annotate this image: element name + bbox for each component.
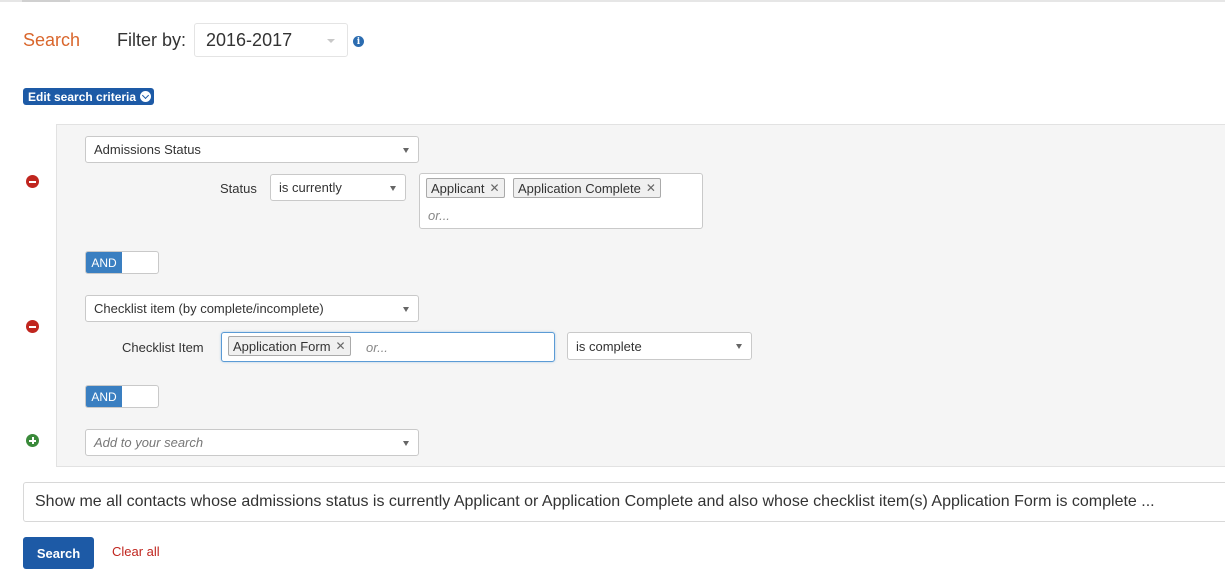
chevron-down-icon [403,148,409,153]
and-toggle[interactable]: AND [85,385,159,408]
search-header: Search Filter by: 2016-2017 i [23,22,365,58]
status-tag: Application Complete ✕ [513,178,661,198]
page-title: Search [23,29,81,50]
remove-criterion-icon[interactable] [26,320,39,333]
and-toggle[interactable]: AND [85,251,159,274]
chevron-down-icon [403,307,409,312]
chevron-down-icon [736,344,742,349]
edit-search-criteria-button[interactable]: Edit search criteria [23,88,155,105]
criterion-field-value: Checklist item (by complete/incomplete) [94,301,324,316]
add-to-search-placeholder: Add to your search [94,435,204,450]
or-placeholder: or... [428,208,450,223]
or-placeholder: or... [366,340,388,355]
add-criterion-icon[interactable] [26,434,39,447]
completion-condition-value: is complete [576,338,642,354]
chevron-down-circle-icon [140,91,152,102]
clear-all-link[interactable]: Clear all [112,544,160,559]
remove-tag-icon[interactable]: ✕ [489,181,499,195]
criterion-field-select[interactable]: Admissions Status [85,136,419,163]
and-toggle-label: AND [86,386,122,407]
chevron-down-icon [390,186,396,191]
top-divider [0,0,1225,2]
completion-condition-select[interactable]: is complete [567,332,752,360]
search-button[interactable]: Search [23,537,94,569]
status-operator-select[interactable]: is currently [270,174,406,201]
status-tag: Applicant ✕ [426,178,505,198]
chevron-down-icon [403,441,409,446]
year-filter-select[interactable]: 2016-2017 [194,23,349,57]
year-filter-value: 2016-2017 [206,29,293,50]
edit-search-criteria-label: Edit search criteria [28,89,137,104]
status-operator-value: is currently [279,180,342,195]
remove-tag-icon[interactable]: ✕ [646,181,656,195]
remove-tag-icon[interactable]: ✕ [336,339,346,353]
filter-label: Filter by: [117,29,187,50]
checklist-tag: Application Form ✕ [228,336,351,356]
info-icon[interactable]: i [353,36,365,47]
checklist-item-label: Checklist Item [122,340,204,355]
tag-label: Application Complete [518,180,641,196]
criterion-field-select[interactable]: Checklist item (by complete/incomplete) [85,295,419,322]
search-summary-text: Show me all contacts whose admissions st… [35,493,1155,510]
remove-criterion-icon[interactable] [26,175,39,188]
tag-label: Applicant [431,180,485,196]
and-toggle-label: AND [86,252,122,273]
tag-label: Application Form [233,338,331,354]
checklist-item-tag-input[interactable]: Application Form ✕ or... [221,332,555,362]
status-label: Status [220,181,257,196]
search-summary: Show me all contacts whose admissions st… [23,482,1225,522]
status-tag-input[interactable]: Applicant ✕ Application Complete ✕ or... [419,173,703,229]
tab-stub [22,0,70,2]
chevron-down-icon [327,39,336,43]
criterion-field-value: Admissions Status [94,142,201,157]
add-to-search-select[interactable]: Add to your search [85,429,419,456]
